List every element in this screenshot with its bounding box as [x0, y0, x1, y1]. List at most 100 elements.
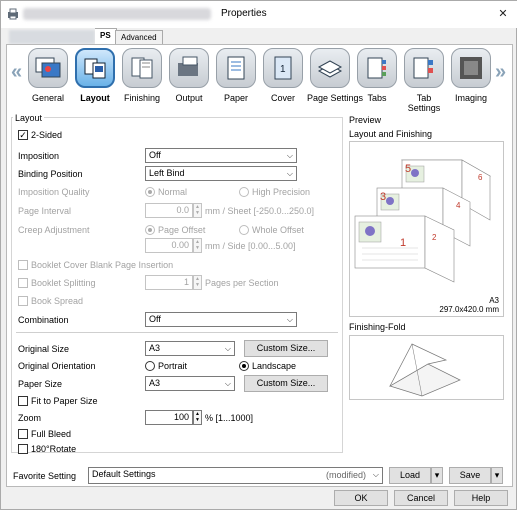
properties-window: Properties ✕ PS Advanced « » General Lay… [0, 0, 517, 510]
tab-ps[interactable]: PS [95, 28, 117, 44]
load-button[interactable]: Load [389, 467, 431, 484]
creep-input[interactable]: 0.00 [145, 238, 193, 253]
cancel-button[interactable]: Cancel [394, 490, 448, 506]
preview-title: Preview [349, 115, 382, 125]
layout-icon [75, 48, 115, 88]
icon-tab-settings[interactable]: Tab Settings [401, 48, 447, 113]
zoom-input[interactable]: 100 [145, 410, 193, 425]
landscape-label: Landscape [252, 361, 297, 371]
rotate-checkbox[interactable] [18, 444, 28, 454]
svg-text:1: 1 [280, 64, 286, 75]
booklet-cover-checkbox[interactable] [18, 260, 28, 270]
high-precision-label: High Precision [252, 187, 311, 197]
icon-label: Layout [80, 93, 110, 103]
book-spread-label: Book Spread [31, 296, 84, 306]
full-bleed-checkbox[interactable] [18, 429, 28, 439]
save-button[interactable]: Save [449, 467, 491, 484]
close-button[interactable]: ✕ [488, 1, 517, 27]
icon-label: Paper [223, 93, 249, 103]
page-interval-label: Page Interval [18, 206, 72, 216]
finishing-icon [122, 48, 162, 88]
booklet-splitting-checkbox[interactable] [18, 278, 28, 288]
help-button[interactable]: Help [454, 490, 508, 506]
two-sided-checkbox[interactable]: ✓ [18, 130, 28, 140]
fit-to-paper-checkbox[interactable] [18, 396, 28, 406]
book-spread-checkbox[interactable] [18, 296, 28, 306]
finishing-fold-preview [349, 335, 504, 400]
high-precision-radio[interactable] [239, 187, 249, 197]
page-offset-radio[interactable] [145, 225, 155, 235]
page-number: 6 [478, 173, 483, 182]
binding-position-select[interactable]: Left Bind ⌵ [145, 166, 297, 181]
icon-page-settings[interactable]: Page Settings [307, 48, 364, 103]
combination-select[interactable]: Off ⌵ [145, 312, 297, 327]
page-interval-spinner[interactable]: ▲ ▼ [193, 203, 202, 218]
divider [16, 332, 338, 333]
zoom-spinner[interactable]: ▲ ▼ [193, 410, 202, 425]
booklet-splitting-input[interactable]: 1 [145, 275, 193, 290]
scroll-left-icon[interactable]: « [11, 61, 22, 84]
paper-custom-size-button[interactable]: Custom Size... [244, 375, 328, 392]
page-number: 2 [432, 233, 437, 242]
favorite-setting-select[interactable]: Default Settings (modified) ⌵ [88, 467, 383, 484]
preview-dimensions: 297.0x420.0 mm [439, 305, 499, 314]
folded-booklet-icon [389, 343, 461, 397]
save-dropdown-button[interactable]: ▾ [491, 467, 503, 484]
original-custom-size-button[interactable]: Custom Size... [244, 340, 328, 357]
booklet-splitting-spinner[interactable]: ▲ ▼ [193, 275, 202, 290]
finishing-fold-title: Finishing-Fold [349, 322, 406, 332]
original-size-value: A3 [149, 343, 161, 353]
page-number: 4 [456, 201, 461, 210]
chevron-down-icon: ⌵ [286, 169, 293, 178]
tab-advanced[interactable]: Advanced [115, 30, 163, 44]
tabs-icon [357, 48, 397, 88]
original-size-select[interactable]: A3 ⌵ [145, 341, 235, 356]
two-sided-label: 2-Sided [31, 130, 63, 140]
scroll-right-icon[interactable]: » [495, 61, 506, 84]
icon-label: Page Settings [307, 93, 364, 103]
whole-offset-radio[interactable] [239, 225, 249, 235]
general-icon [28, 48, 68, 88]
icon-layout[interactable]: Layout [72, 48, 118, 103]
icon-cover[interactable]: 1 Cover [260, 48, 306, 103]
function-icon-strip: « » General Layout Finishing Output Pape… [7, 45, 512, 113]
paper-size-select[interactable]: A3 ⌵ [145, 376, 235, 391]
landscape-radio[interactable] [239, 361, 249, 371]
paper-size-value: A3 [149, 378, 161, 388]
orientation-label: Original Orientation [18, 361, 96, 371]
binding-position-value: Left Bind [149, 168, 185, 178]
ok-button[interactable]: OK [334, 490, 388, 506]
icon-label: Tab Settings [407, 93, 441, 113]
icon-finishing[interactable]: Finishing [119, 48, 165, 103]
icon-label: Cover [270, 93, 295, 103]
chevron-down-icon: ⌵ [372, 470, 379, 479]
page-number: 1 [400, 237, 406, 249]
booklet-splitting-label: Booklet Splitting [31, 278, 96, 288]
main-panel: « » General Layout Finishing Output Pape… [6, 44, 513, 487]
favorite-setting-value: Default Settings [92, 469, 156, 479]
full-bleed-label: Full Bleed [31, 429, 72, 439]
icon-output[interactable]: Output [166, 48, 212, 103]
icon-label: General [31, 93, 65, 103]
icon-tabs[interactable]: Tabs [354, 48, 400, 103]
fit-to-paper-label: Fit to Paper Size [31, 396, 98, 406]
imposition-select[interactable]: Off ⌵ [145, 148, 297, 163]
page-interval-unit: mm / Sheet [-250.0...250.0] [205, 206, 315, 216]
icon-paper[interactable]: Paper [213, 48, 259, 103]
icon-general[interactable]: General [25, 48, 71, 103]
load-dropdown-button[interactable]: ▾ [431, 467, 443, 484]
chevron-down-icon: ⌵ [286, 151, 293, 160]
portrait-radio[interactable] [145, 361, 155, 371]
layout-finishing-title: Layout and Finishing [349, 129, 433, 139]
chevron-down-icon: ⌵ [286, 315, 293, 324]
rotate-label: 180°Rotate [31, 444, 77, 454]
normal-radio[interactable] [145, 187, 155, 197]
page-interval-input[interactable]: 0.0 [145, 203, 193, 218]
layout-preview-panel: 5 6 3 4 1 2 A3 297.0x420.0 mm [349, 141, 504, 317]
tab-settings-icon [404, 48, 444, 88]
imposition-value: Off [149, 150, 161, 160]
icon-imaging[interactable]: Imaging [448, 48, 494, 103]
creep-spinner[interactable]: ▲ ▼ [193, 238, 202, 253]
cover-icon: 1 [263, 48, 303, 88]
preview-paper-size: A3 [489, 296, 499, 305]
